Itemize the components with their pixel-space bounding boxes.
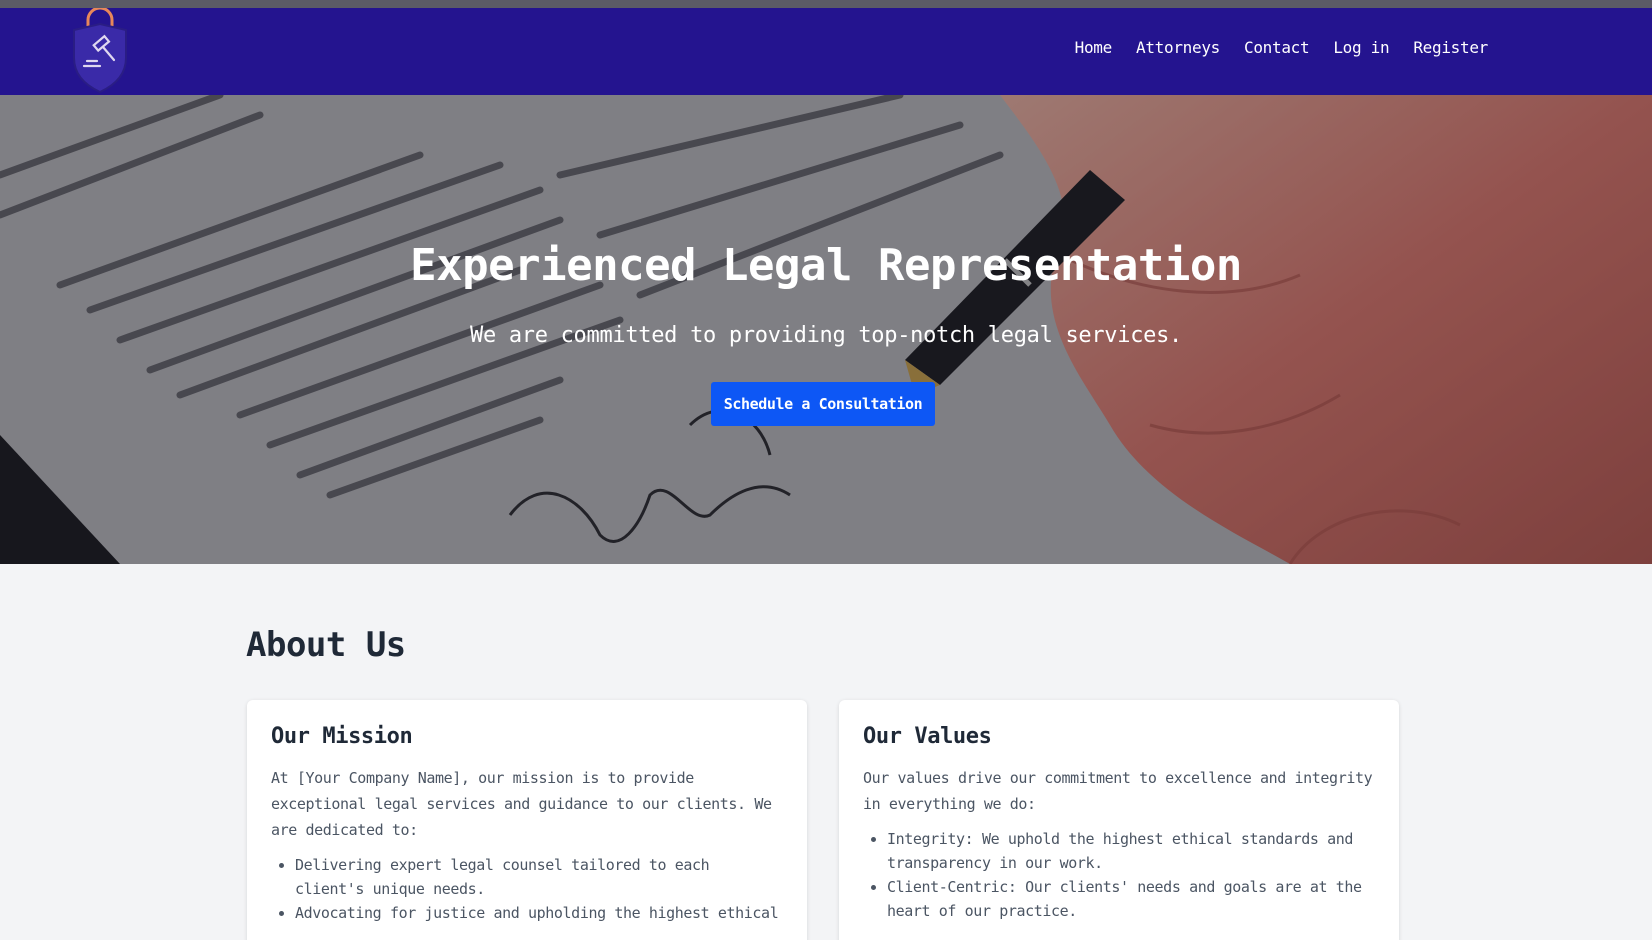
nav-home[interactable]: Home — [1075, 38, 1113, 57]
list-item: Advocating for justice and upholding the… — [295, 901, 783, 925]
hero-section: Experienced Legal Representation We are … — [0, 95, 1652, 564]
list-item: Integrity: We uphold the highest ethical… — [887, 827, 1375, 875]
mission-text: At [Your Company Name], our mission is t… — [271, 769, 772, 839]
mission-list: Delivering expert legal counsel tailored… — [271, 853, 783, 925]
list-item: Client-Centric: Our clients' needs and g… — [887, 875, 1375, 923]
values-list: Integrity: We uphold the highest ethical… — [863, 827, 1375, 923]
nav-login[interactable]: Log in — [1333, 38, 1389, 57]
values-title: Our Values — [863, 724, 992, 749]
mission-card: Our Mission At [Your Company Name], our … — [247, 700, 807, 940]
main-nav: Home Attorneys Contact Log in Register — [1075, 38, 1489, 57]
nav-register[interactable]: Register — [1413, 38, 1488, 57]
schedule-consultation-button[interactable]: Schedule a Consultation — [711, 382, 935, 426]
values-text: Our values drive our commitment to excel… — [863, 769, 1373, 813]
navbar: Home Attorneys Contact Log in Register — [0, 6, 1652, 95]
hero-title: Experienced Legal Representation — [410, 240, 1242, 291]
gavel-shield-icon[interactable] — [70, 6, 130, 94]
nav-contact[interactable]: Contact — [1244, 38, 1310, 57]
hero-content: Experienced Legal Representation We are … — [0, 95, 1652, 564]
mission-title: Our Mission — [271, 724, 413, 749]
browser-top-strip — [0, 0, 1652, 8]
list-item: Delivering expert legal counsel tailored… — [295, 853, 783, 901]
values-card: Our Values Our values drive our commitme… — [839, 700, 1399, 940]
nav-attorneys[interactable]: Attorneys — [1136, 38, 1220, 57]
about-title: About Us — [246, 625, 406, 665]
hero-subtitle: We are committed to providing top-notch … — [470, 323, 1182, 348]
